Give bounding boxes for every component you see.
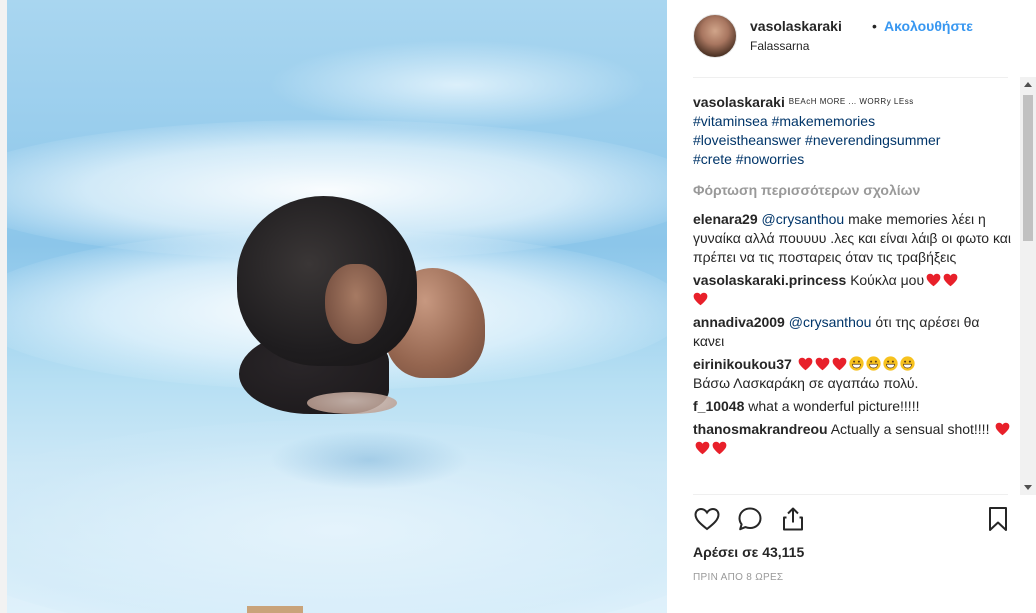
post-username[interactable]: vasolaskaraki [750, 18, 842, 34]
photo-hand [307, 392, 397, 414]
red-heart-emoji-icon [798, 357, 813, 371]
avatar[interactable] [693, 14, 737, 58]
grinning-face-emoji-icon [900, 356, 915, 371]
red-heart-emoji-icon [926, 273, 941, 287]
grinning-face-emoji-icon [849, 356, 864, 371]
caption-hashtags-1[interactable]: #vitaminsea #makememories [693, 113, 875, 129]
photo-bottom-fragment [247, 606, 303, 613]
left-edge-strip [0, 0, 7, 613]
comment: thanosmakrandreou Actually a sensual sho… [693, 420, 1011, 458]
comment: annadiva2009 @crysanthou ότι της αρέσει … [693, 313, 1011, 351]
bookmark-icon[interactable] [984, 505, 1012, 533]
post-side-panel: vasolaskaraki • Ακολουθήστε Falassarna v… [667, 0, 1036, 613]
actions-divider [693, 494, 1008, 495]
comment-text: Κούκλα μου [846, 272, 925, 288]
comment-username[interactable]: vasolaskaraki.princess [693, 272, 846, 288]
comment-text: Βάσω Λασκαράκη σε αγαπάω πολύ. [693, 375, 919, 391]
comment-mention[interactable]: @crysanthou [762, 211, 845, 227]
comment-bubble-icon[interactable] [736, 505, 764, 533]
comments-list: vasolaskaraki BEAcH MORE ... WORRy LEss … [693, 92, 1011, 492]
red-heart-emoji-icon [695, 441, 710, 455]
post-location[interactable]: Falassarna [750, 39, 809, 53]
red-heart-emoji-icon [832, 357, 847, 371]
comment: eirinikoukou37 Βάσω Λασκαράκη σε αγαπάω … [693, 355, 1011, 393]
comment: elenara29 @crysanthou make memories λέει… [693, 210, 1011, 267]
scroll-up-arrow-icon[interactable] [1020, 77, 1036, 93]
likes-count[interactable]: Αρέσει σε 43,115 [693, 544, 804, 560]
photo-reflection [269, 430, 469, 490]
red-heart-emoji-icon [815, 357, 830, 371]
post-header: vasolaskaraki • Ακολουθήστε Falassarna [693, 14, 1008, 64]
comment: f_10048 what a wonderful picture!!!!! [693, 397, 1011, 416]
grinning-face-emoji-icon [866, 356, 881, 371]
header-separator-dot: • [872, 18, 877, 34]
post-photo[interactable] [7, 0, 667, 613]
red-heart-emoji-icon [943, 273, 958, 287]
heart-outline-icon[interactable] [693, 505, 721, 533]
photo-face [325, 264, 387, 344]
comment-username[interactable]: thanosmakrandreou [693, 421, 828, 437]
share-icon[interactable] [779, 505, 807, 533]
scrollbar-thumb[interactable] [1023, 95, 1033, 241]
comment-username[interactable]: f_10048 [693, 398, 744, 414]
header-divider [693, 77, 1008, 78]
follow-button[interactable]: Ακολουθήστε [884, 18, 973, 34]
caption-hashtags-2[interactable]: #loveistheanswer #neverendingsummer [693, 132, 940, 148]
caption-hashtags-3[interactable]: #crete #noworries [693, 151, 804, 167]
post-timestamp[interactable]: ΠΡΙΝ ΑΠΟ 8 ΩΡΕΣ [693, 572, 783, 583]
comment-username[interactable]: elenara29 [693, 211, 758, 227]
comment-mention[interactable]: @crysanthou [789, 314, 872, 330]
instagram-post-view: vasolaskaraki • Ακολουθήστε Falassarna v… [0, 0, 1036, 613]
caption-styled-text: BEAcH MORE ... WORRy LEss [788, 97, 914, 106]
load-more-comments-button[interactable]: Φόρτωση περισσότερων σχολίων [693, 181, 1011, 200]
comment-text: Actually a sensual shot!!!! [827, 421, 994, 437]
comment-username[interactable]: annadiva2009 [693, 314, 785, 330]
grinning-face-emoji-icon [883, 356, 898, 371]
photo-wave-far [267, 40, 647, 130]
red-heart-emoji-icon [712, 441, 727, 455]
comment-username[interactable]: eirinikoukou37 [693, 356, 792, 372]
caption-username[interactable]: vasolaskaraki [693, 94, 785, 110]
red-heart-emoji-icon [995, 422, 1010, 436]
post-actions [693, 505, 1013, 535]
comment: vasolaskaraki.princess Κούκλα μου [693, 271, 1011, 309]
scroll-down-arrow-icon[interactable] [1020, 479, 1036, 495]
photo-hair [237, 196, 417, 366]
comment-text: what a wonderful picture!!!!! [744, 398, 920, 414]
caption: vasolaskaraki BEAcH MORE ... WORRy LEss … [693, 92, 1011, 169]
red-heart-emoji-icon [693, 292, 708, 306]
comments-scrollbar[interactable] [1020, 77, 1036, 495]
